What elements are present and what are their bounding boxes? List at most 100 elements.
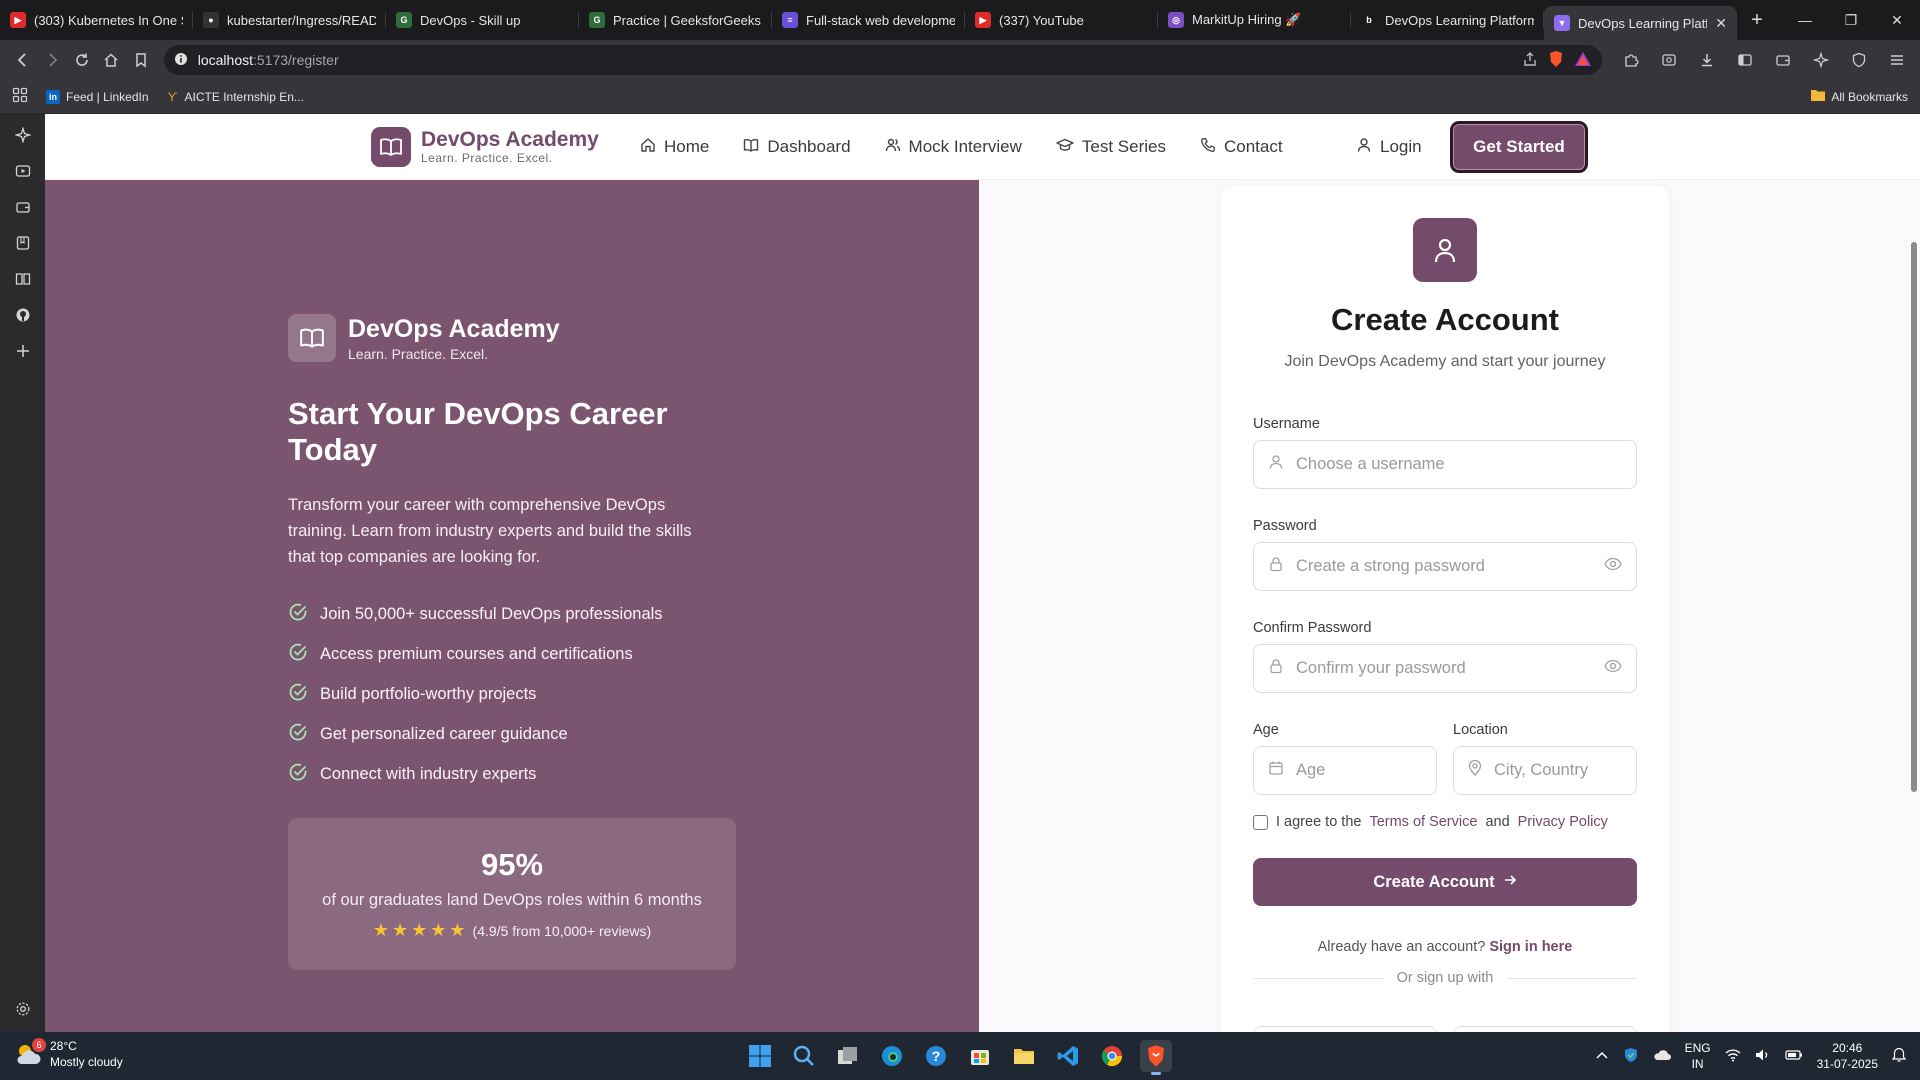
wallet-icon[interactable] [1768,45,1798,75]
browser-tab[interactable]: ▶ (303) Kubernetes In One S [0,0,193,40]
volume-icon[interactable] [1755,1048,1771,1065]
notifications-icon[interactable] [1891,1047,1907,1066]
password-field[interactable] [1253,542,1637,591]
browser-tab[interactable]: b DevOps Learning Platform [1351,0,1544,40]
check-circle-icon [288,642,308,667]
forward-button[interactable] [38,45,68,75]
location-field[interactable] [1453,746,1637,795]
wifi-icon[interactable] [1725,1048,1741,1065]
download-icon[interactable] [1692,45,1722,75]
bookmark-button[interactable] [126,45,156,75]
browser-tab[interactable]: ◎ MarkitUp Hiring 🚀 [1158,0,1351,40]
file-explorer-icon[interactable] [1008,1040,1040,1072]
wallet-sidebar-icon[interactable] [12,196,34,218]
get-started-button[interactable]: Get Started [1450,121,1588,173]
privacy-link[interactable]: Privacy Policy [1518,814,1608,830]
menu-icon[interactable] [1882,45,1912,75]
browser-tab[interactable]: ▼ DevOps Learning Platf ✕ [1544,6,1737,40]
date: 31-07-2025 [1816,1057,1878,1071]
age-field[interactable] [1253,746,1437,795]
confirm-password-input[interactable] [1296,659,1592,678]
leo-sidebar-icon[interactable] [12,124,34,146]
chrome-icon[interactable] [1096,1040,1128,1072]
new-tab-button[interactable]: + [1737,0,1777,40]
create-account-button[interactable]: Create Account [1253,858,1637,906]
eye-icon[interactable] [1604,557,1622,576]
tab-title: DevOps Learning Platform [1385,12,1534,28]
start-icon[interactable] [744,1040,776,1072]
nav-mock-interview[interactable]: Mock Interview [885,137,1022,158]
stat-text: of our graduates land DevOps roles withi… [322,891,702,909]
sidebar-settings-icon[interactable] [12,998,34,1020]
nav-home[interactable]: Home [640,137,709,158]
age-input[interactable] [1296,761,1422,780]
bookmarks-sidebar-icon[interactable] [12,232,34,254]
help-icon[interactable]: ? [920,1040,952,1072]
feature-item: Join 50,000+ successful DevOps professio… [288,594,738,634]
brand-name: DevOps Academy [421,128,599,151]
bookmark-linkedin[interactable]: in Feed | LinkedIn [46,89,149,104]
sidebar-toggle-icon[interactable] [1730,45,1760,75]
browser-tab[interactable]: G DevOps - Skill up [386,0,579,40]
password-input[interactable] [1296,557,1592,576]
page-scrollbar[interactable] [1911,242,1917,792]
browser-tab[interactable]: ≡ Full-stack web developme [772,0,965,40]
reading-list-icon[interactable] [12,268,34,290]
address-bar[interactable]: localhost:5173/register [163,45,1602,75]
sign-in-link[interactable]: Sign in here [1489,939,1572,955]
site-info-icon[interactable] [174,52,188,69]
nav-dashboard[interactable]: Dashboard [743,137,851,158]
search-icon[interactable] [788,1040,820,1072]
login-link[interactable]: Login [1356,114,1422,180]
terms-link[interactable]: Terms of Service [1369,814,1477,830]
github-icon[interactable] [12,304,34,326]
confirm-password-field[interactable] [1253,644,1637,693]
vpn-icon[interactable] [1844,45,1874,75]
onedrive-icon[interactable] [1653,1049,1671,1064]
edge-icon[interactable] [876,1040,908,1072]
leo-ai-icon[interactable] [1806,45,1836,75]
or-divider: Or sign up with [1253,970,1637,986]
apps-grid-icon[interactable] [12,87,28,106]
nav-label: Mock Interview [908,137,1022,156]
vscode-icon[interactable] [1052,1040,1084,1072]
browser-tab[interactable]: G Practice | GeeksforGeeks | [579,0,772,40]
playlist-icon[interactable] [12,160,34,182]
weather-text: Mostly cloudy [50,1055,123,1069]
username-input[interactable] [1296,455,1622,474]
lock-icon [1268,658,1284,679]
restore-button[interactable]: ❐ [1828,0,1874,40]
brave-rewards-icon[interactable] [1574,51,1592,70]
bookmark-aicte[interactable]: ϒ AICTE Internship En... [167,90,304,104]
clock[interactable]: 20:46 31-07-2025 [1817,1040,1878,1072]
browser-tab[interactable]: ● kubestarter/Ingress/READI [193,0,386,40]
close-window-button[interactable]: ✕ [1874,0,1920,40]
terms-checkbox[interactable] [1253,814,1268,830]
language-indicator[interactable]: ENG IN [1685,1040,1711,1072]
nav-test-series[interactable]: Test Series [1056,137,1166,158]
brave-icon[interactable] [1140,1040,1172,1075]
chevron-up-icon[interactable] [1595,1049,1609,1063]
all-bookmarks[interactable]: All Bookmarks [1811,89,1908,104]
brave-shields-icon[interactable] [1548,50,1564,71]
minimize-button[interactable]: — [1782,0,1828,40]
store-icon[interactable] [964,1040,996,1072]
back-button[interactable] [8,45,38,75]
weather-widget[interactable]: 6 28°C Mostly cloudy [14,1038,123,1070]
share-icon[interactable] [1522,51,1538,70]
browser-tab[interactable]: ▶ (337) YouTube [965,0,1158,40]
reload-button[interactable] [67,45,97,75]
site-logo-link[interactable]: DevOps Academy Learn. Practice. Excel. [371,127,599,167]
location-input[interactable] [1494,761,1622,780]
battery-icon[interactable] [1785,1049,1803,1064]
username-field[interactable] [1253,440,1637,489]
nav-contact[interactable]: Contact [1200,137,1283,158]
defender-icon[interactable] [1623,1047,1639,1066]
task-view-icon[interactable] [832,1040,864,1072]
add-panel-icon[interactable] [12,340,34,362]
extensions-icon[interactable] [1616,45,1646,75]
home-button[interactable] [97,45,127,75]
close-tab-icon[interactable]: ✕ [1715,15,1727,32]
screenshot-icon[interactable] [1654,45,1684,75]
eye-icon[interactable] [1604,659,1622,678]
